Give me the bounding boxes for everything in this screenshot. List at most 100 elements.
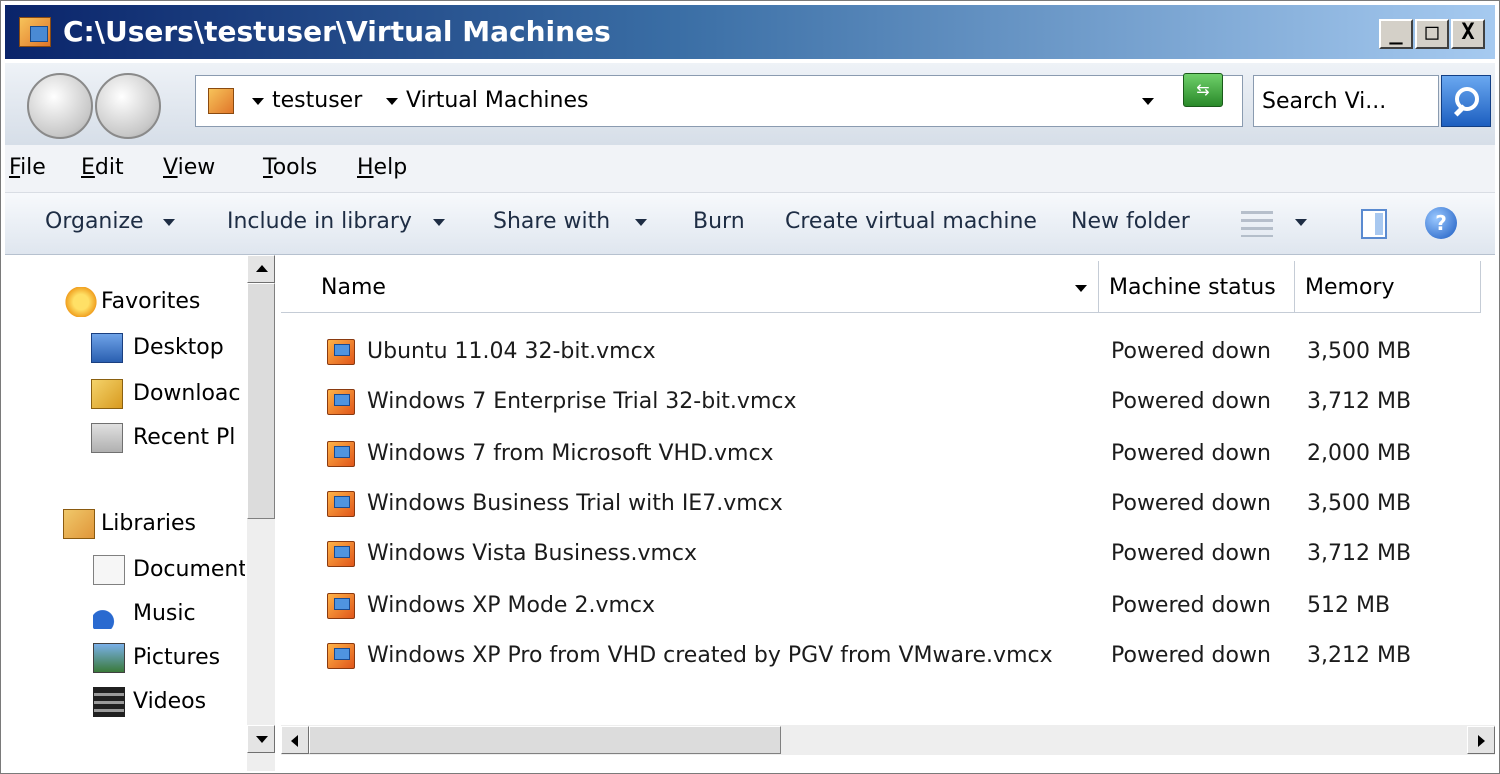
menu-edit[interactable]: Edit — [81, 155, 124, 180]
breadcrumb-arrow-icon[interactable] — [386, 98, 398, 105]
file-name: Windows 7 Enterprise Trial 32-bit.vmcx — [367, 389, 797, 414]
machine-status: Powered down — [1111, 389, 1271, 414]
column-header-name[interactable]: Name — [281, 261, 1099, 313]
nav-libraries[interactable]: Libraries — [5, 505, 245, 545]
menu-tools-accel: T — [263, 155, 273, 180]
scroll-up-icon[interactable] — [247, 255, 275, 283]
view-options-icon[interactable] — [1241, 211, 1273, 237]
menu-tools[interactable]: Tools — [263, 155, 317, 180]
horizontal-scrollbar[interactable] — [281, 725, 1495, 755]
file-name: Windows XP Mode 2.vmcx — [367, 593, 656, 618]
memory-value: 3,212 MB — [1307, 643, 1412, 668]
breadcrumb-virtual-machines[interactable]: Virtual Machines — [406, 88, 588, 113]
table-row[interactable]: Windows 7 from Microsoft VHD.vmcx Powere… — [281, 429, 1495, 481]
nav-recent-label: Recent Pl — [133, 425, 236, 450]
scroll-down-icon[interactable] — [247, 725, 275, 753]
virtual-machine-icon — [327, 491, 355, 517]
forward-button[interactable] — [95, 73, 161, 139]
machine-status: Powered down — [1111, 643, 1271, 668]
menu-edit-label: dit — [94, 155, 124, 180]
breadcrumb-testuser[interactable]: testuser — [272, 88, 362, 113]
scroll-thumb[interactable] — [247, 283, 275, 519]
create-virtual-machine-button[interactable]: Create virtual machine — [785, 209, 1037, 234]
scroll-thumb[interactable] — [309, 726, 781, 754]
breadcrumb-arrow-icon[interactable] — [252, 98, 264, 105]
table-row[interactable]: Windows 7 Enterprise Trial 32-bit.vmcx P… — [281, 377, 1495, 429]
recent-places-icon — [91, 423, 123, 453]
menu-help[interactable]: Help — [357, 155, 407, 180]
file-name: Ubuntu 11.04 32-bit.vmcx — [367, 339, 656, 364]
minimize-button[interactable]: _ — [1379, 19, 1413, 49]
command-bar: Organize Include in library Share with B… — [5, 193, 1495, 255]
new-folder-button[interactable]: New folder — [1071, 209, 1190, 234]
menu-help-accel: H — [357, 155, 374, 180]
column-filter-icon[interactable] — [1075, 285, 1087, 292]
machine-status: Powered down — [1111, 441, 1271, 466]
nav-favorites[interactable]: Favorites — [5, 283, 245, 323]
file-list-pane: Name Machine status Memory Ubuntu 11.04 … — [281, 255, 1495, 771]
table-row[interactable]: Ubuntu 11.04 32-bit.vmcx Powered down 3,… — [281, 327, 1495, 379]
scroll-left-icon[interactable] — [281, 726, 309, 754]
back-button[interactable] — [27, 73, 93, 139]
machine-status: Powered down — [1111, 541, 1271, 566]
nav-downloads[interactable]: Downloac — [5, 375, 245, 415]
nav-documents[interactable]: Document — [5, 551, 245, 591]
table-row[interactable]: Windows XP Pro from VHD created by PGV f… — [281, 631, 1495, 683]
file-name: Windows 7 from Microsoft VHD.vmcx — [367, 441, 774, 466]
documents-icon — [93, 555, 125, 585]
nav-music[interactable]: Music — [5, 595, 245, 635]
nav-pictures[interactable]: Pictures — [5, 639, 245, 679]
table-row[interactable]: Windows Vista Business.vmcx Powered down… — [281, 529, 1495, 581]
nav-documents-label: Document — [133, 557, 245, 582]
virtual-machine-icon — [327, 643, 355, 669]
table-row[interactable]: Windows Business Trial with IE7.vmcx Pow… — [281, 479, 1495, 531]
virtual-machine-icon — [327, 593, 355, 619]
search-box[interactable] — [1253, 75, 1439, 127]
virtual-machine-icon — [327, 441, 355, 467]
search-icon[interactable] — [1441, 75, 1491, 127]
memory-value: 3,500 MB — [1307, 339, 1412, 364]
close-button[interactable]: X — [1451, 19, 1485, 49]
machine-status: Powered down — [1111, 339, 1271, 364]
explorer-window: C:\Users\testuser\Virtual Machines _ □ X… — [0, 0, 1500, 774]
nav-vertical-scrollbar[interactable] — [247, 255, 275, 771]
pictures-icon — [93, 643, 125, 673]
column-header-name-label: Name — [321, 275, 386, 300]
table-row[interactable]: Windows XP Mode 2.vmcx Powered down 512 … — [281, 581, 1495, 633]
navigation-pane: Favorites Desktop Downloac Recent Pl Lib… — [5, 255, 275, 771]
desktop-icon — [91, 333, 123, 363]
address-bar[interactable]: testuser Virtual Machines — [195, 75, 1243, 127]
refresh-button[interactable]: ⇆ — [1183, 73, 1223, 107]
libraries-icon — [63, 509, 95, 539]
help-icon[interactable]: ? — [1425, 207, 1457, 239]
title-bar[interactable]: C:\Users\testuser\Virtual Machines _ □ X — [5, 5, 1495, 59]
include-in-library-button[interactable]: Include in library — [227, 209, 412, 234]
nav-videos[interactable]: Videos — [5, 683, 245, 723]
view-dropdown-icon[interactable] — [1295, 219, 1307, 226]
include-dropdown-icon[interactable] — [433, 219, 445, 226]
nav-downloads-label: Downloac — [133, 381, 241, 406]
search-input[interactable] — [1262, 86, 1432, 116]
scroll-right-icon[interactable] — [1467, 726, 1495, 754]
preview-pane-icon[interactable] — [1361, 209, 1387, 239]
burn-button[interactable]: Burn — [693, 209, 745, 234]
nav-desktop[interactable]: Desktop — [5, 329, 245, 369]
memory-value: 3,712 MB — [1307, 389, 1412, 414]
window-title: C:\Users\testuser\Virtual Machines — [63, 15, 611, 48]
column-header-status[interactable]: Machine status — [1099, 261, 1295, 313]
address-dropdown-icon[interactable] — [1142, 98, 1154, 105]
share-with-button[interactable]: Share with — [493, 209, 610, 234]
share-dropdown-icon[interactable] — [635, 219, 647, 226]
nav-pictures-label: Pictures — [133, 645, 221, 670]
organize-button[interactable]: Organize — [45, 209, 144, 234]
menu-file-label: ile — [20, 155, 46, 180]
nav-libraries-label: Libraries — [101, 511, 197, 536]
menu-file[interactable]: File — [9, 155, 46, 180]
star-icon — [65, 287, 97, 317]
file-name: Windows Vista Business.vmcx — [367, 541, 698, 566]
nav-recent-places[interactable]: Recent Pl — [5, 419, 245, 459]
maximize-button[interactable]: □ — [1415, 19, 1449, 49]
column-header-memory[interactable]: Memory — [1295, 261, 1481, 313]
menu-view[interactable]: View — [163, 155, 215, 180]
organize-dropdown-icon[interactable] — [163, 219, 175, 226]
